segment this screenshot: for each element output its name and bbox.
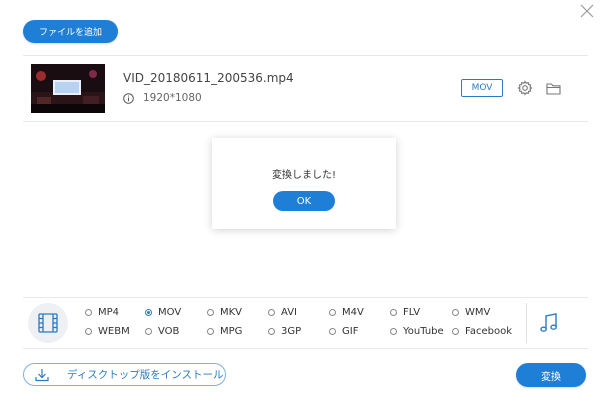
folder-icon[interactable] (546, 82, 561, 95)
radio-button[interactable] (390, 327, 397, 335)
format-label: M4V (342, 306, 364, 318)
ok-button[interactable]: OK (273, 191, 335, 211)
video-thumbnail (31, 64, 105, 113)
divider (23, 121, 588, 122)
format-label: MP4 (98, 306, 120, 318)
radio-button[interactable] (85, 327, 92, 335)
format-label: GIF (342, 325, 359, 337)
format-label: MPG (220, 325, 243, 337)
format-label: Facebook (465, 325, 512, 337)
format-label: MKV (220, 306, 243, 318)
radio-button[interactable] (85, 308, 92, 316)
format-option-flv[interactable]: FLV (390, 305, 420, 319)
convert-button[interactable]: 変換 (516, 363, 586, 387)
format-label: FLV (403, 306, 421, 318)
music-icon[interactable] (539, 312, 559, 334)
film-icon (38, 313, 58, 333)
download-icon (35, 368, 49, 381)
radio-button-selected[interactable] (145, 308, 152, 316)
add-file-button[interactable]: ファイルを追加 (23, 20, 118, 43)
format-option-gif[interactable]: GIF (329, 324, 358, 338)
format-option-avi[interactable]: AVI (268, 305, 297, 319)
format-label: AVI (281, 306, 297, 318)
format-label: WEBM (98, 325, 130, 337)
radio-button[interactable] (329, 308, 336, 316)
radio-button[interactable] (207, 308, 214, 316)
radio-button[interactable] (452, 308, 459, 316)
install-label: ディスクトップ版をインストール (67, 369, 224, 381)
format-option-mp4[interactable]: MP4 (85, 305, 119, 319)
format-label: 3GP (281, 325, 302, 337)
info-icon[interactable] (123, 93, 134, 104)
format-option-webm[interactable]: WEBM (85, 324, 130, 338)
file-name: VID_20180611_200536.mp4 (123, 71, 294, 85)
install-desktop-button[interactable]: ディスクトップ版をインストール (23, 363, 226, 386)
format-option-mov[interactable]: MOV (145, 305, 181, 319)
radio-button[interactable] (452, 327, 459, 335)
video-format-tab[interactable] (28, 303, 68, 343)
format-option-mpg[interactable]: MPG (207, 324, 242, 338)
radio-button[interactable] (268, 327, 275, 335)
radio-button[interactable] (329, 327, 336, 335)
gear-icon[interactable] (517, 80, 533, 96)
close-icon[interactable] (578, 2, 596, 20)
dialog-message: 変換しました! (271, 170, 336, 181)
format-label: MOV (158, 306, 182, 318)
format-option-m4v[interactable]: M4V (329, 305, 364, 319)
vertical-divider (526, 303, 527, 343)
radio-button[interactable] (145, 327, 152, 335)
radio-button[interactable] (390, 308, 397, 316)
divider (23, 297, 588, 298)
format-option-vob[interactable]: VOB (145, 324, 179, 338)
format-option-facebook[interactable]: Facebook (452, 324, 512, 338)
radio-button[interactable] (207, 327, 214, 335)
conversion-complete-dialog: 変換しました! OK (212, 138, 396, 229)
format-option-youtube[interactable]: YouTube (390, 324, 444, 338)
divider (23, 348, 588, 349)
radio-button[interactable] (268, 308, 275, 316)
format-label: VOB (158, 325, 180, 337)
format-label: WMV (465, 306, 491, 318)
divider (23, 55, 588, 56)
format-option-mkv[interactable]: MKV (207, 305, 242, 319)
output-format-button[interactable]: MOV (461, 79, 503, 97)
format-option-wmv[interactable]: WMV (452, 305, 490, 319)
format-option-3gp[interactable]: 3GP (268, 324, 301, 338)
format-label: YouTube (403, 325, 444, 337)
file-resolution: 1920*1080 (143, 92, 202, 104)
